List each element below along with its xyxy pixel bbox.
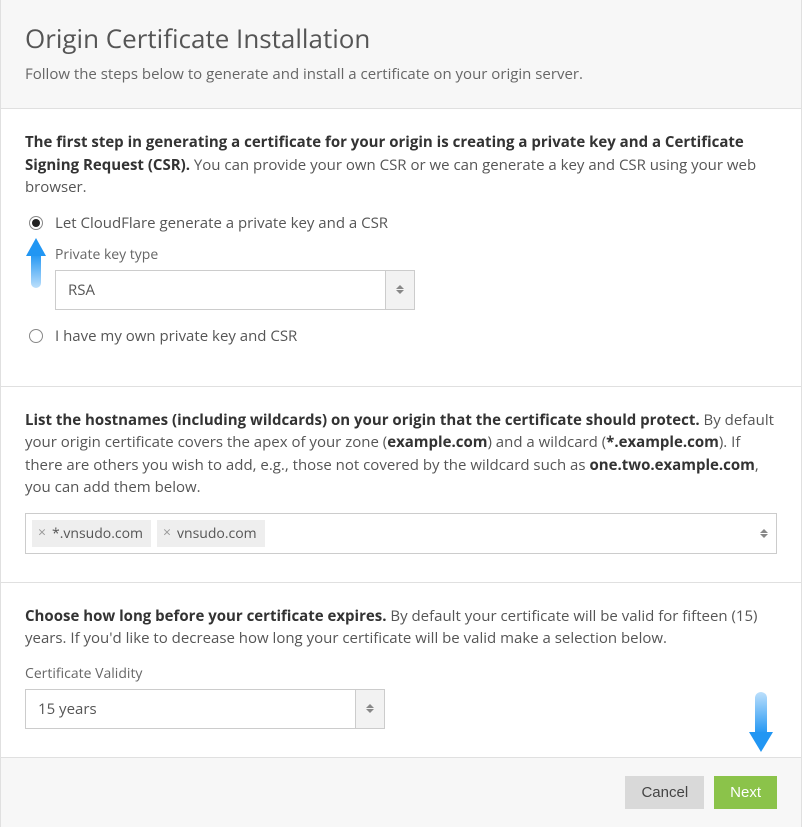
private-key-type-label: Private key type: [55, 245, 777, 264]
hostnames-intro: List the hostnames (including wildcards)…: [25, 409, 777, 499]
hostnames-input[interactable]: × *.vnsudo.com × vnsudo.com: [25, 513, 777, 554]
caret-up-icon: [760, 529, 768, 533]
radio-own[interactable]: [29, 329, 43, 343]
hostname-tag-label: vnsudo.com: [177, 524, 257, 543]
caret-down-icon: [396, 290, 404, 294]
modal-footer: Cancel Next: [1, 758, 801, 827]
caret-up-icon: [396, 285, 404, 289]
radio-own-label: I have my own private key and CSR: [55, 326, 297, 346]
section-csr: The first step in generating a certifica…: [1, 109, 801, 387]
private-key-type-value: RSA: [55, 270, 385, 310]
radio-generate-label: Let CloudFlare generate a private key an…: [55, 213, 388, 233]
select-handle-icon[interactable]: [385, 270, 415, 310]
radio-generate[interactable]: [29, 216, 43, 230]
caret-down-icon: [760, 534, 768, 538]
caret-up-icon: [366, 704, 374, 708]
private-key-type-group: Private key type RSA: [55, 245, 777, 310]
remove-tag-icon[interactable]: ×: [163, 526, 171, 540]
validity-intro: Choose how long before your certificate …: [25, 605, 777, 650]
hostname-tag: × *.vnsudo.com: [32, 520, 151, 547]
page-subtitle: Follow the steps below to generate and i…: [25, 64, 777, 84]
remove-tag-icon[interactable]: ×: [38, 526, 46, 540]
page-title: Origin Certificate Installation: [25, 20, 777, 56]
csr-intro: The first step in generating a certifica…: [25, 131, 777, 199]
next-button[interactable]: Next: [714, 776, 777, 809]
validity-value: 15 years: [25, 689, 355, 729]
origin-cert-modal: Origin Certificate Installation Follow t…: [0, 0, 802, 827]
modal-header: Origin Certificate Installation Follow t…: [1, 0, 801, 109]
radio-generate-row[interactable]: Let CloudFlare generate a private key an…: [29, 213, 777, 233]
hostnames-intro-bold: List the hostnames (including wildcards)…: [25, 410, 700, 430]
section-hostnames: List the hostnames (including wildcards)…: [1, 387, 801, 583]
validity-select[interactable]: 15 years: [25, 689, 385, 729]
hostname-tag: × vnsudo.com: [157, 520, 265, 547]
select-handle-icon[interactable]: [355, 689, 385, 729]
radio-own-row[interactable]: I have my own private key and CSR: [29, 326, 777, 346]
hostname-tag-label: *.vnsudo.com: [52, 524, 143, 543]
caret-down-icon: [366, 709, 374, 713]
private-key-type-select[interactable]: RSA: [55, 270, 415, 310]
hostnames-dropdown-handle[interactable]: [752, 514, 776, 553]
validity-label: Certificate Validity: [25, 664, 777, 683]
cancel-button[interactable]: Cancel: [625, 776, 704, 809]
section-validity: Choose how long before your certificate …: [1, 583, 801, 758]
validity-intro-bold: Choose how long before your certificate …: [25, 606, 387, 626]
